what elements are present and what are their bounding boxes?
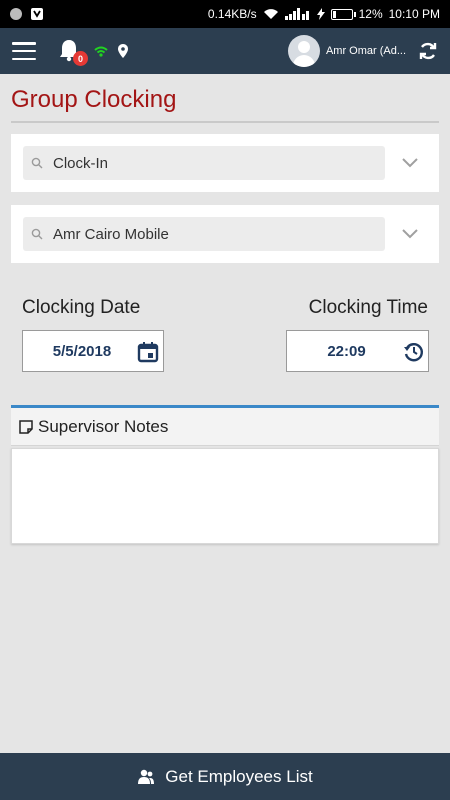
title-divider <box>11 121 439 123</box>
app-bar: 0 Amr Omar (Ad... <box>0 28 450 74</box>
wifi-status-icon <box>263 9 278 19</box>
clock-type-field[interactable]: Clock-In <box>23 146 385 180</box>
search-icon <box>31 157 43 169</box>
battery-icon <box>330 8 356 20</box>
supervisor-notes-input[interactable] <box>11 448 439 544</box>
clocking-time-field[interactable]: 22:09 <box>286 330 429 372</box>
clocking-time-value: 22:09 <box>327 342 366 360</box>
refresh-icon[interactable] <box>418 41 438 61</box>
time-history-icon[interactable] <box>402 341 424 363</box>
supervisor-notes-label: Supervisor Notes <box>38 416 169 436</box>
page-title: Group Clocking <box>11 86 177 113</box>
battery-level: 12% <box>358 7 383 21</box>
avatar <box>287 35 320 67</box>
user-name: Amr Omar (Ad... <box>325 45 406 57</box>
clocking-date-value: 5/5/2018 <box>52 342 112 360</box>
chevron-down-icon[interactable] <box>401 157 419 169</box>
notifications-button[interactable]: 0 <box>58 38 88 66</box>
note-icon <box>19 419 33 434</box>
branch-value: Amr Cairo Mobile <box>53 225 169 243</box>
chevron-down-icon[interactable] <box>401 228 419 240</box>
menu-icon[interactable] <box>12 42 36 60</box>
clock-time: 10:10 PM <box>388 7 440 21</box>
charging-icon <box>316 8 325 20</box>
search-icon <box>31 228 43 240</box>
branch-select[interactable]: Amr Cairo Mobile <box>11 205 439 263</box>
calendar-icon[interactable] <box>137 341 159 363</box>
status-bar: 0.14KB/s 12% 10:10 PM <box>0 0 450 28</box>
supervisor-notes-header: Supervisor Notes <box>11 405 439 446</box>
app-notification-icon <box>31 8 43 20</box>
location-pin-icon <box>118 44 128 58</box>
signal-icon <box>284 8 309 20</box>
wifi-connected-icon <box>94 46 108 57</box>
clocking-date-field[interactable]: 5/5/2018 <box>22 330 164 372</box>
net-speed: 0.14KB/s <box>207 7 257 21</box>
clock-type-value: Clock-In <box>53 154 109 172</box>
branch-field[interactable]: Amr Cairo Mobile <box>23 217 385 251</box>
status-dot-icon <box>10 8 22 20</box>
notification-badge: 0 <box>73 51 88 66</box>
clocking-time-label: Clocking Time <box>308 297 428 318</box>
get-employees-list-button[interactable]: Get Employees List <box>0 753 450 800</box>
clocking-date-label: Clocking Date <box>22 297 141 318</box>
people-icon <box>138 769 155 784</box>
clock-type-select[interactable]: Clock-In <box>11 134 439 192</box>
get-employees-list-label: Get Employees List <box>165 766 313 786</box>
user-profile[interactable]: Amr Omar (Ad... <box>287 35 406 67</box>
